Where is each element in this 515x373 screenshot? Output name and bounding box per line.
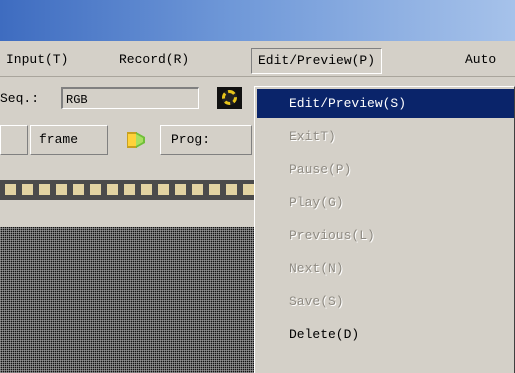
menu-record[interactable]: Record(R): [113, 48, 195, 72]
window-titlebar: [0, 0, 515, 41]
menu-item-play[interactable]: Play(G): [257, 188, 514, 217]
prog-label: Prog:: [160, 125, 252, 155]
color-ring-icon[interactable]: [217, 87, 242, 109]
menu-auto[interactable]: Auto: [459, 48, 502, 72]
menu-item-pause[interactable]: Pause(P): [257, 155, 514, 184]
menu-edit-preview[interactable]: Edit/Preview(P): [251, 48, 383, 74]
frame-button[interactable]: frame: [30, 125, 108, 155]
film-roll-icon[interactable]: [124, 128, 148, 152]
frame-row: frame Prog:: [0, 123, 260, 157]
frame-spin-box[interactable]: [0, 125, 28, 155]
menu-item-save[interactable]: Save(S): [257, 287, 514, 316]
menu-item-delete[interactable]: Delete(D): [257, 320, 514, 349]
menu-input[interactable]: Input(T): [0, 48, 74, 72]
menu-item-edit-preview[interactable]: Edit/Preview(S): [257, 89, 514, 118]
menu-item-exit[interactable]: ExitT): [257, 122, 514, 151]
seq-label: Seq.:: [0, 91, 40, 106]
edit-preview-dropdown: Edit/Preview(S) ExitT) Pause(P) Play(G) …: [254, 86, 515, 373]
menu-bar: Input(T) Record(R) Edit/Preview(P) Auto: [0, 46, 515, 77]
led-preview-screen[interactable]: [0, 227, 257, 373]
seq-field[interactable]: RGB: [61, 87, 199, 109]
frame-strip: [0, 180, 257, 200]
sequence-row: Seq.: RGB: [0, 83, 260, 113]
menu-item-previous[interactable]: Previous(L): [257, 221, 514, 250]
menu-item-next[interactable]: Next(N): [257, 254, 514, 283]
